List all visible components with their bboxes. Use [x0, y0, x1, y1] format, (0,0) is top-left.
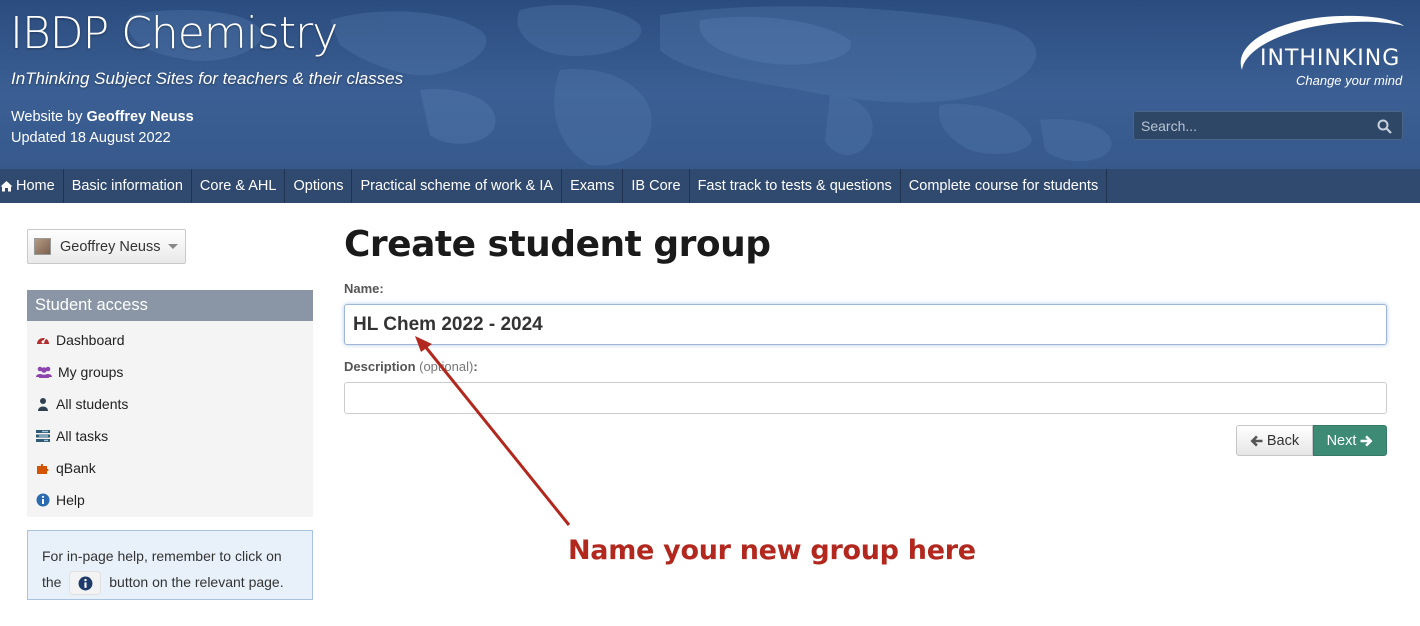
puzzle-icon [37, 463, 49, 474]
main-nav: Home Basic information Core & AHL Option… [0, 169, 1420, 203]
group-name-input[interactable] [344, 304, 1387, 345]
site-credit: Website by Geoffrey Neuss Updated 18 Aug… [11, 107, 194, 149]
credit-author: Geoffrey Neuss [86, 109, 194, 125]
groups-icon [36, 366, 52, 378]
site-title[interactable]: IBDP Chemistry [10, 8, 338, 59]
user-icon [38, 398, 48, 411]
menu-label-help: Help [56, 492, 85, 508]
menu-item-my-groups[interactable]: My groups [27, 356, 313, 388]
logo-slogan: Change your mind [1296, 73, 1403, 88]
nav-core-ahl[interactable]: Core & AHL [192, 169, 286, 203]
info-icon [36, 493, 50, 507]
updated-date: Updated 18 August 2022 [11, 130, 171, 146]
next-label: Next [1326, 432, 1357, 449]
nav-home-label: Home [16, 178, 55, 194]
nav-basic-information[interactable]: Basic information [64, 169, 192, 203]
nav-complete-course[interactable]: Complete course for students [901, 169, 1108, 203]
search-input[interactable] [1134, 112, 1402, 139]
nav-practical[interactable]: Practical scheme of work & IA [352, 169, 563, 203]
menu-label-all-students: All students [56, 396, 129, 412]
info-icon [78, 576, 93, 591]
menu-label-dashboard: Dashboard [56, 332, 125, 348]
in-page-help-note: For in-page help, remember to click on t… [27, 530, 313, 600]
home-icon [0, 181, 13, 192]
description-colon: : [473, 359, 478, 374]
avatar [34, 238, 51, 255]
nav-options[interactable]: Options [285, 169, 353, 203]
menu-item-help[interactable]: Help [27, 484, 313, 516]
caret-down-icon [168, 244, 178, 249]
nav-fast-track[interactable]: Fast track to tests & questions [690, 169, 901, 203]
info-button[interactable] [69, 571, 102, 596]
menu-item-all-tasks[interactable]: All tasks [27, 420, 313, 452]
student-access-heading: Student access [27, 290, 313, 321]
menu-label-all-tasks: All tasks [56, 428, 109, 444]
arrow-right-icon [1360, 435, 1373, 446]
next-button[interactable]: Next [1313, 425, 1387, 456]
inthinking-logo[interactable]: INTHINKING Change your mind [1222, 12, 1412, 92]
page-title: Create student group [344, 224, 771, 265]
search-icon[interactable] [1377, 119, 1392, 134]
search-box [1133, 111, 1403, 140]
site-header: IBDP Chemistry InThinking Subject Sites … [0, 0, 1420, 169]
menu-label-my-groups: My groups [58, 364, 124, 380]
menu-label-qbank: qBank [56, 460, 96, 476]
menu-item-all-students[interactable]: All students [27, 388, 313, 420]
back-label: Back [1266, 432, 1300, 449]
user-menu-button[interactable]: Geoffrey Neuss [27, 229, 186, 264]
nav-ib-core[interactable]: IB Core [623, 169, 690, 203]
user-name: Geoffrey Neuss [60, 238, 161, 255]
dashboard-icon [37, 337, 49, 344]
menu-item-dashboard[interactable]: Dashboard [27, 324, 313, 356]
description-label-text: Description [344, 359, 416, 374]
nav-exams[interactable]: Exams [562, 169, 624, 203]
site-tagline: InThinking Subject Sites for teachers & … [11, 69, 404, 88]
nav-home[interactable]: Home [0, 169, 64, 203]
menu-item-qbank[interactable]: qBank [27, 452, 313, 484]
description-label: Description (optional): [344, 359, 478, 374]
student-access-menu: Dashboard My groups All students All tas… [27, 321, 313, 517]
credit-prefix: Website by [11, 109, 87, 125]
arrow-left-icon [1250, 435, 1263, 446]
logo-word: INTHINKING [1260, 46, 1401, 71]
annotation-callout: Name your new group here [568, 535, 976, 566]
description-input[interactable] [344, 382, 1387, 414]
back-button[interactable]: Back [1236, 425, 1313, 456]
description-optional: (optional) [415, 359, 474, 374]
help-text-2: button on the relevant page. [109, 574, 284, 590]
tasks-icon [36, 430, 50, 442]
name-label: Name: [344, 281, 384, 296]
